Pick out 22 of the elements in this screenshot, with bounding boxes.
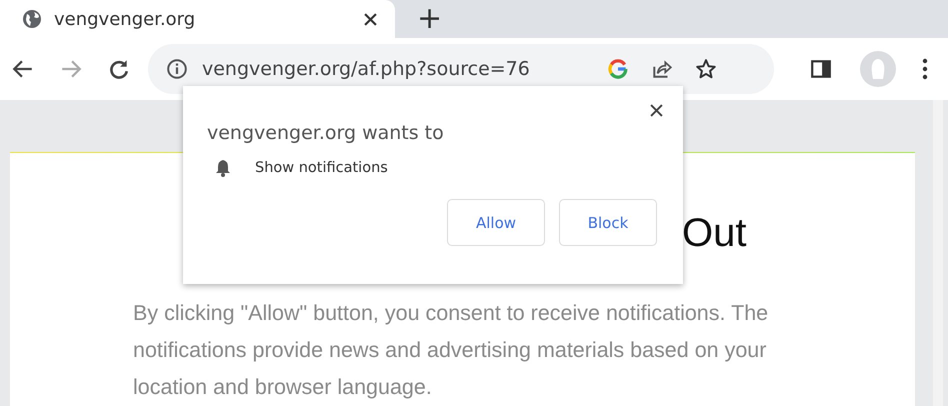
info-icon[interactable] xyxy=(166,58,188,80)
block-button[interactable]: Block xyxy=(559,199,657,246)
prompt-title: vengvenger.org wants to xyxy=(207,122,445,144)
google-icon[interactable] xyxy=(607,58,629,80)
browser-tab[interactable]: vengvenger.org xyxy=(0,0,395,38)
side-panel-icon[interactable] xyxy=(810,58,832,80)
tab-title: vengvenger.org xyxy=(54,8,196,30)
bell-icon xyxy=(215,159,231,177)
allow-button[interactable]: Allow xyxy=(447,199,545,246)
star-icon[interactable] xyxy=(695,58,717,80)
globe-icon xyxy=(22,9,42,29)
reload-icon[interactable] xyxy=(108,58,130,80)
close-icon[interactable] xyxy=(364,12,377,26)
page-heading: Out xyxy=(682,210,748,257)
consent-paragraph: By clicking "Allow" button, you consent to receive notifications. The notifications provide news and advertising materials based on your location and browser language. xyxy=(133,300,770,401)
share-icon[interactable] xyxy=(651,58,673,80)
close-icon[interactable] xyxy=(650,104,663,117)
permission-label: Show notifications xyxy=(255,160,388,176)
menu-icon[interactable] xyxy=(922,58,928,80)
back-icon[interactable] xyxy=(12,58,34,80)
new-tab-button[interactable]: + xyxy=(417,5,442,33)
url-text: vengvenger.org/af.php?source=76 xyxy=(202,58,531,80)
